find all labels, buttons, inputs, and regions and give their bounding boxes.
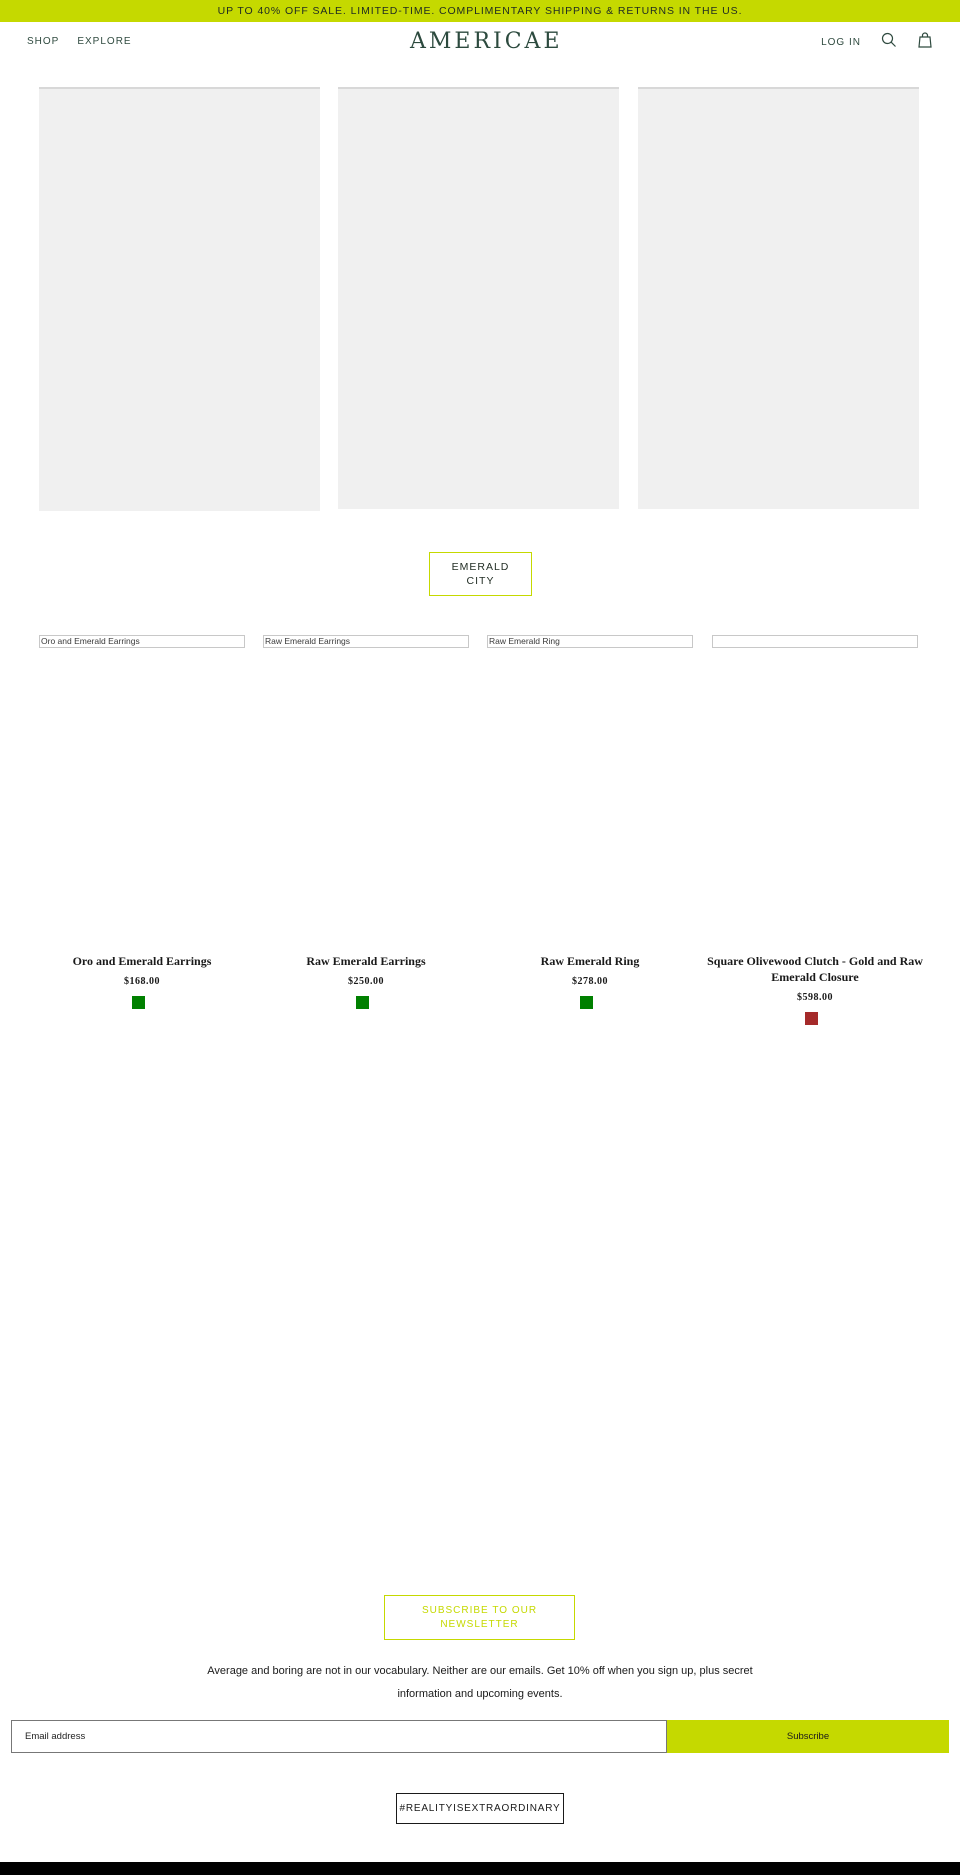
product-image[interactable] — [712, 635, 918, 648]
color-swatch[interactable] — [580, 996, 593, 1009]
product-image[interactable]: Oro and Emerald Earrings — [39, 635, 245, 648]
product-price: $168.00 — [124, 976, 160, 987]
main-nav: SHOP EXPLORE — [27, 36, 132, 47]
hero-gallery — [39, 87, 919, 511]
cart-icon[interactable] — [917, 32, 933, 48]
nav-explore[interactable]: EXPLORE — [77, 36, 131, 47]
product-price: $278.00 — [572, 976, 608, 987]
footer-bar — [0, 1862, 960, 1875]
hashtag-link[interactable]: #REALITYISEXTRAORDINARY — [396, 1793, 564, 1824]
site-logo[interactable]: AMERICAE — [410, 29, 560, 54]
subscribe-button[interactable]: Subscribe — [667, 1720, 949, 1753]
color-swatch[interactable] — [805, 1012, 818, 1025]
search-icon[interactable] — [881, 32, 897, 48]
login-link[interactable]: LOG IN — [821, 37, 861, 48]
product-image[interactable]: Raw Emerald Ring — [487, 635, 693, 648]
product-title[interactable]: Oro and Emerald Earrings — [29, 953, 255, 969]
product-card[interactable]: Square Olivewood Clutch - Gold and Raw E… — [707, 635, 923, 1025]
product-price: $598.00 — [797, 992, 833, 1003]
hero-image-3[interactable] — [638, 87, 919, 509]
collection-title-button[interactable]: EMERALD CITY — [429, 552, 532, 596]
announcement-bar: UP TO 40% OFF SALE. LIMITED-TIME. COMPLI… — [0, 0, 960, 22]
product-title[interactable]: Raw Emerald Ring — [477, 953, 703, 969]
product-title[interactable]: Square Olivewood Clutch - Gold and Raw E… — [702, 953, 928, 985]
newsletter-heading: SUBSCRIBE TO OUR NEWSLETTER — [384, 1595, 575, 1640]
product-title[interactable]: Raw Emerald Earrings — [253, 953, 479, 969]
product-price: $250.00 — [348, 976, 384, 987]
site-header: SHOP EXPLORE AMERICAE LOG IN — [0, 22, 960, 64]
product-card[interactable]: Raw Emerald Ring Raw Emerald Ring $278.0… — [487, 635, 693, 1009]
newsletter-description: Average and boring are not in our vocabu… — [207, 1665, 753, 1700]
product-image[interactable]: Raw Emerald Earrings — [263, 635, 469, 648]
email-field[interactable] — [11, 1720, 667, 1753]
product-card[interactable]: Oro and Emerald Earrings Oro and Emerald… — [39, 635, 245, 1009]
product-card[interactable]: Raw Emerald Earrings Raw Emerald Earring… — [263, 635, 469, 1009]
hero-image-2[interactable] — [338, 87, 619, 509]
header-actions: LOG IN — [821, 32, 933, 48]
color-swatch[interactable] — [132, 996, 145, 1009]
color-swatch[interactable] — [356, 996, 369, 1009]
nav-shop[interactable]: SHOP — [27, 36, 59, 47]
hero-image-1[interactable] — [39, 87, 320, 511]
